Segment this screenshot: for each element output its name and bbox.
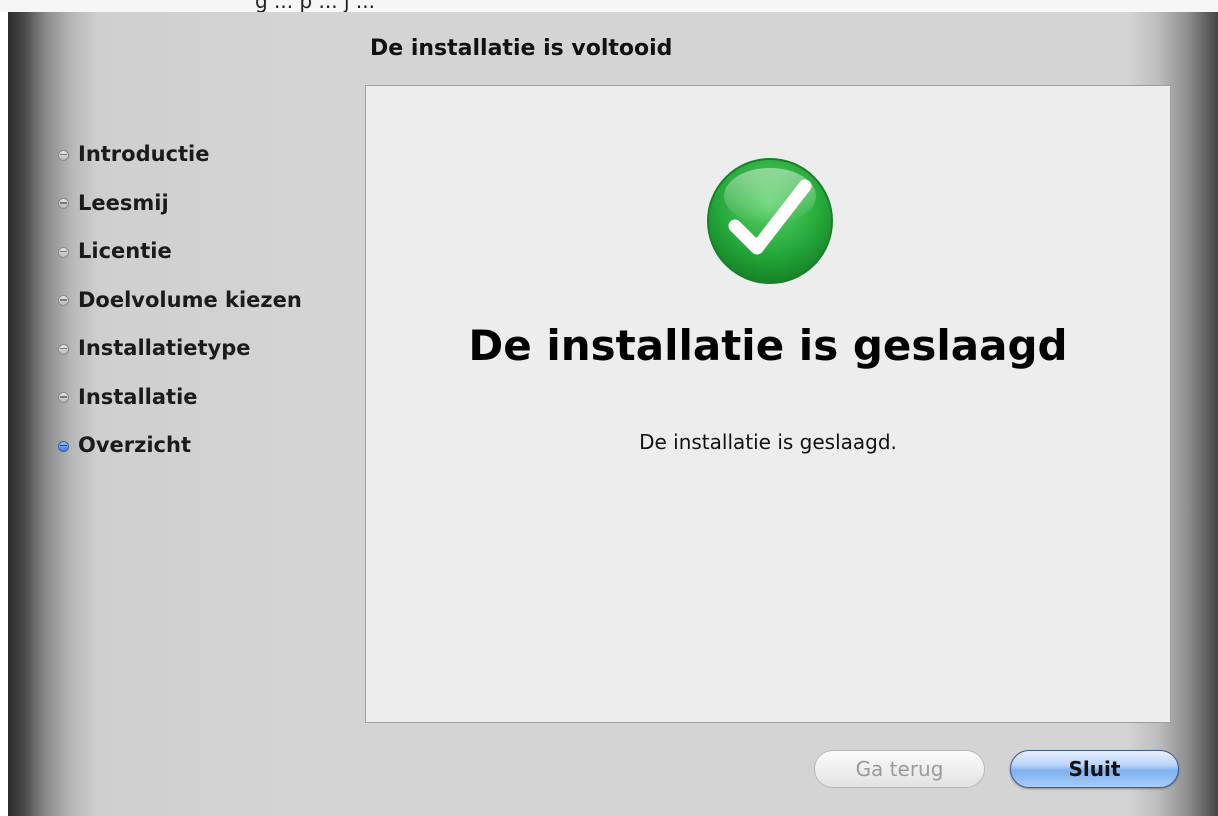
- step-label: Overzicht: [78, 433, 191, 458]
- step-bullet-icon: [58, 149, 69, 161]
- installer-window: De installatie is voltooid Introductie L…: [8, 12, 1218, 816]
- step-list: Introductie Leesmij Licentie Doelvolume …: [58, 130, 302, 470]
- step-doelvolume-kiezen: Doelvolume kiezen: [58, 276, 302, 325]
- step-label: Licentie: [78, 239, 172, 264]
- step-label: Installatietype: [78, 336, 251, 361]
- step-bullet-icon: [58, 246, 69, 258]
- content-panel: De installatie is geslaagd De installati…: [365, 85, 1171, 723]
- top-strip: g ... p ... j ...: [0, 0, 1218, 12]
- step-bullet-active-icon: [58, 440, 69, 452]
- checkmark-icon: [707, 158, 833, 284]
- step-label: Installatie: [78, 384, 198, 409]
- step-bullet-icon: [58, 343, 69, 355]
- close-button[interactable]: Sluit: [1010, 750, 1179, 788]
- step-label: Introductie: [78, 142, 210, 167]
- step-bullet-icon: [58, 392, 69, 404]
- page-title: De installatie is voltooid: [370, 36, 673, 61]
- step-leesmij: Leesmij: [58, 179, 302, 228]
- success-message: De installatie is geslaagd.: [639, 430, 897, 454]
- success-headline: De installatie is geslaagd: [468, 321, 1068, 370]
- top-strip-text: g ... p ... j ...: [255, 0, 375, 12]
- step-label: Leesmij: [78, 190, 169, 215]
- step-installatietype: Installatietype: [58, 324, 302, 373]
- step-installatie: Installatie: [58, 373, 302, 422]
- step-label: Doelvolume kiezen: [78, 287, 302, 312]
- go-back-button[interactable]: Ga terug: [814, 750, 985, 788]
- step-bullet-icon: [58, 295, 69, 307]
- step-introductie: Introductie: [58, 130, 302, 179]
- step-licentie: Licentie: [58, 227, 302, 276]
- step-bullet-icon: [58, 198, 69, 210]
- step-overzicht: Overzicht: [58, 421, 302, 470]
